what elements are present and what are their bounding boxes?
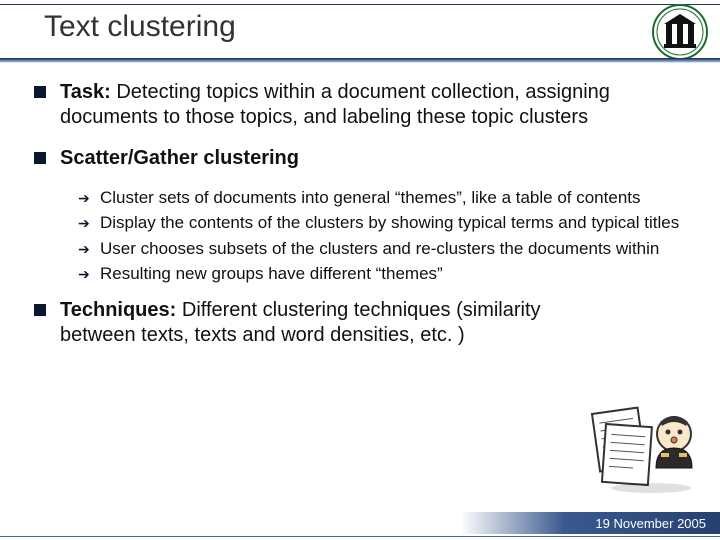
documents-clipart-icon [586, 396, 706, 496]
bullet-text: Techniques: Different clustering techniq… [60, 298, 566, 348]
arrow-bullet-icon: ➔ [78, 215, 92, 232]
slide: Text clustering Task: Detecting topics w… [0, 0, 720, 540]
sub-bullet: ➔ Resulting new groups have different “t… [78, 263, 686, 284]
sub-bullet-text: Cluster sets of documents into general “… [100, 187, 641, 208]
title-rule-bottom [0, 58, 720, 63]
arrow-bullet-icon: ➔ [78, 190, 92, 207]
bullet-techniques: Techniques: Different clustering techniq… [34, 298, 686, 348]
footer-rule [0, 536, 720, 537]
footer-date: 19 November 2005 [595, 516, 706, 531]
slide-title: Text clustering [44, 10, 236, 44]
sub-bullet-text: Display the contents of the clusters by … [100, 212, 679, 233]
sub-bullet-text: Resulting new groups have different “the… [100, 263, 443, 284]
sub-bullet: ➔ User chooses subsets of the clusters a… [78, 238, 686, 259]
bullet-label: Task: [60, 81, 111, 103]
bullet-body: Detecting topics within a document colle… [60, 81, 610, 128]
arrow-bullet-icon: ➔ [78, 241, 92, 258]
title-bar: Text clustering [0, 0, 720, 66]
square-bullet-icon [34, 86, 46, 98]
sub-bullet: ➔ Cluster sets of documents into general… [78, 187, 686, 208]
content-area: Task: Detecting topics within a document… [34, 80, 686, 364]
bullet-label: Scatter/Gather clustering [60, 147, 299, 169]
footer: 19 November 2005 [0, 510, 720, 540]
bullet-label: Techniques: [60, 299, 176, 321]
bullet-scatter-gather: Scatter/Gather clustering [34, 146, 686, 171]
square-bullet-icon [34, 152, 46, 164]
bullet-text: Scatter/Gather clustering [60, 146, 299, 171]
sub-bullet-text: User chooses subsets of the clusters and… [100, 238, 659, 259]
bullet-task: Task: Detecting topics within a document… [34, 80, 686, 130]
square-bullet-icon [34, 304, 46, 316]
university-logo-icon [652, 4, 708, 60]
sub-bullet: ➔ Display the contents of the clusters b… [78, 212, 686, 233]
bullet-text: Task: Detecting topics within a document… [60, 80, 686, 130]
title-rule-top [0, 4, 720, 5]
sub-bullet-list: ➔ Cluster sets of documents into general… [78, 187, 686, 284]
arrow-bullet-icon: ➔ [78, 266, 92, 283]
